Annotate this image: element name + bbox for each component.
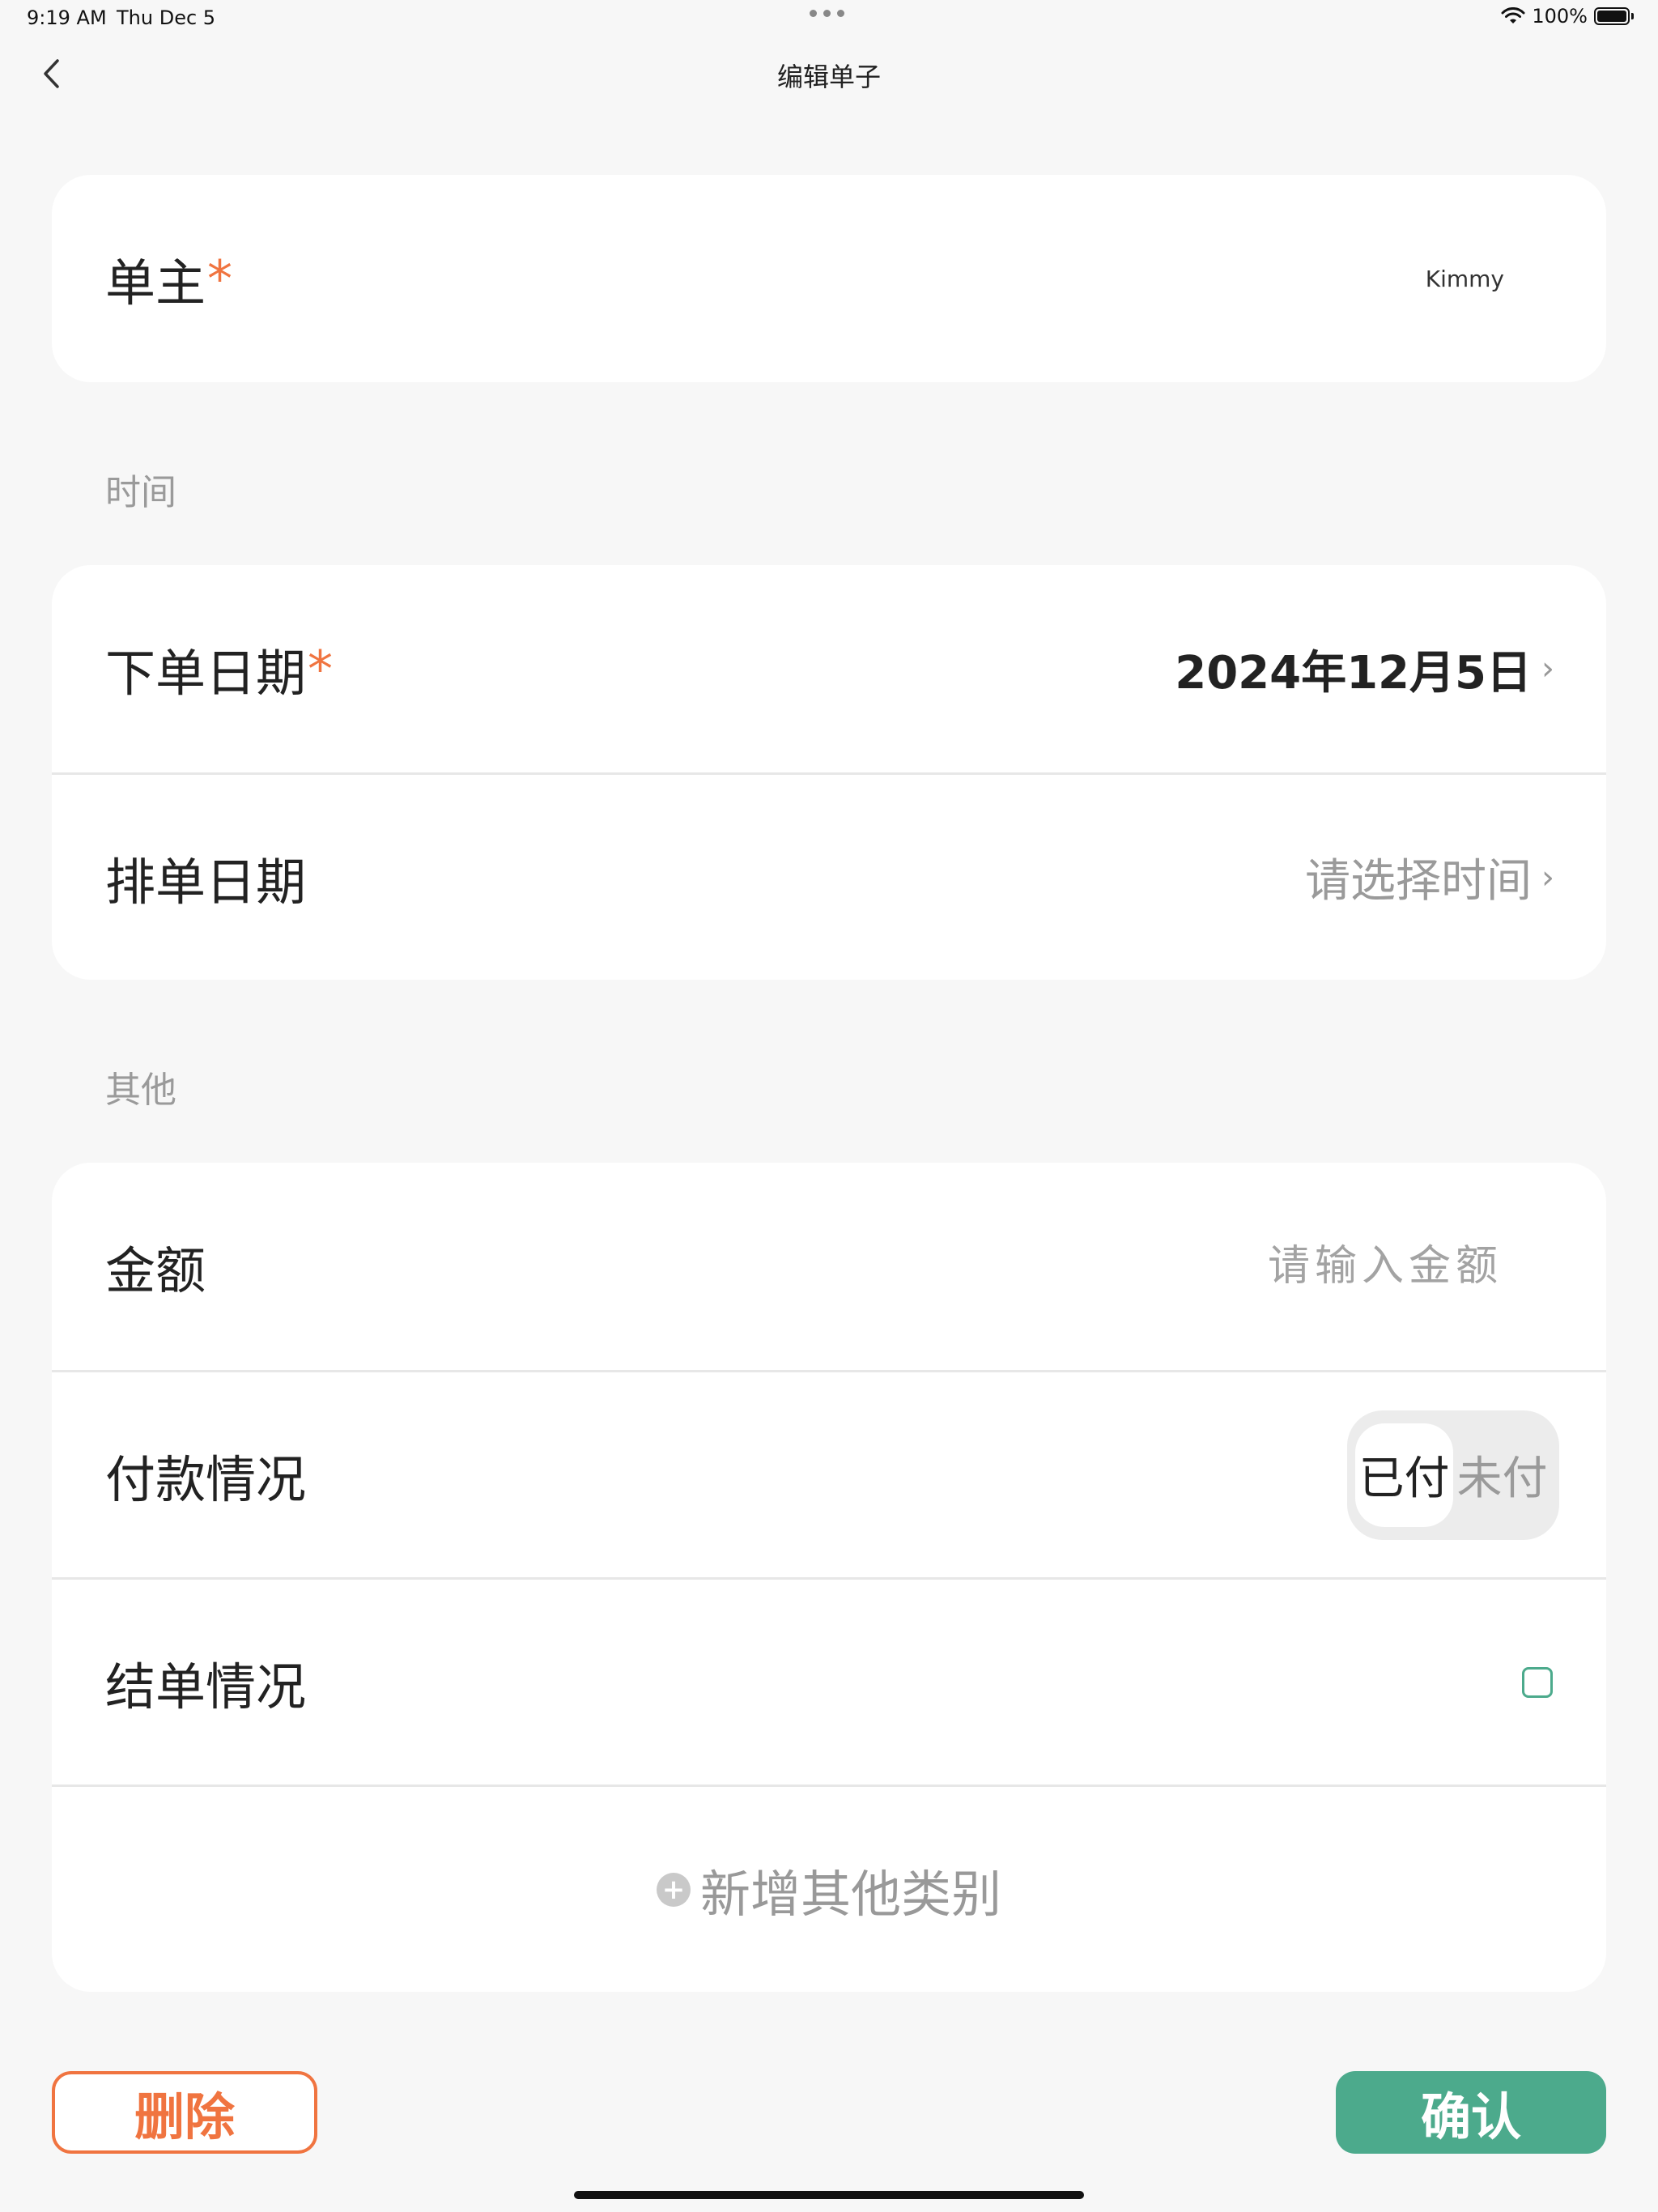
schedule-date-row[interactable]: 排单日期 请选择时间 › xyxy=(52,772,1606,980)
section-label-time: 时间 xyxy=(105,472,176,513)
amount-input[interactable] xyxy=(1161,1241,1504,1291)
payment-segmented-control: 已付 未付 xyxy=(1347,1410,1559,1540)
navigation-bar: 编辑单子 xyxy=(0,39,1658,112)
amount-row: 金额 xyxy=(52,1163,1606,1370)
settlement-checkbox[interactable] xyxy=(1522,1666,1553,1698)
payment-label: 付款情况 xyxy=(105,1449,307,1509)
status-indicators: 100% xyxy=(1501,5,1634,28)
plus-circle-icon: + xyxy=(656,1872,691,1907)
order-date-label: 下单日期 xyxy=(105,644,307,703)
amount-label: 金额 xyxy=(105,1241,206,1300)
page-title: 编辑单子 xyxy=(776,62,881,92)
owner-row[interactable]: 单主 * Kimmy xyxy=(52,175,1606,382)
owner-label: 单主 xyxy=(105,253,206,313)
status-bar: 9:19 AM Thu Dec 5 100% xyxy=(0,0,1658,39)
add-category-row: + 新增其他类别 xyxy=(52,1784,1606,1992)
settlement-row: 结单情况 xyxy=(52,1577,1606,1784)
status-time: 9:19 AM xyxy=(27,6,107,29)
delete-button[interactable]: 删除 xyxy=(52,2071,317,2154)
payment-row: 付款情况 已付 未付 xyxy=(52,1370,1606,1577)
time-card: 下单日期 * 2024年12月5日 › 排单日期 请选择时间 › xyxy=(52,565,1606,980)
status-date: Thu Dec 5 xyxy=(117,6,216,29)
battery-cap xyxy=(1631,13,1634,19)
owner-card: 单主 * Kimmy xyxy=(52,175,1606,382)
section-label-other: 其他 xyxy=(105,1070,176,1111)
other-card: 金额 付款情况 已付 未付 结单情况 + 新增其他类别 xyxy=(52,1163,1606,1992)
schedule-date-placeholder[interactable]: 请选择时间 xyxy=(1305,844,1532,910)
chevron-right-icon: › xyxy=(1541,650,1554,687)
required-asterisk: * xyxy=(207,249,233,308)
add-category-button[interactable]: + 新增其他类别 xyxy=(656,1853,1001,1926)
wifi-icon xyxy=(1501,7,1525,23)
schedule-date-label: 排单日期 xyxy=(105,852,307,912)
owner-value[interactable]: Kimmy xyxy=(1426,266,1504,292)
order-date-row[interactable]: 下单日期 * 2024年12月5日 › xyxy=(52,565,1606,772)
required-asterisk: * xyxy=(308,639,334,699)
settlement-label: 结单情况 xyxy=(105,1657,307,1716)
order-date-value[interactable]: 2024年12月5日 xyxy=(1175,636,1532,702)
payment-option-paid[interactable]: 已付 xyxy=(1355,1423,1453,1527)
payment-option-unpaid[interactable]: 未付 xyxy=(1453,1423,1551,1527)
battery-percent: 100% xyxy=(1532,5,1588,28)
home-indicator xyxy=(574,2191,1084,2199)
chevron-right-icon: › xyxy=(1541,858,1554,896)
battery-icon xyxy=(1594,7,1630,25)
confirm-button[interactable]: 确认 xyxy=(1336,2071,1606,2154)
multitasking-dots-icon[interactable] xyxy=(810,10,844,17)
add-category-label: 新增其他类别 xyxy=(699,1864,1001,1924)
